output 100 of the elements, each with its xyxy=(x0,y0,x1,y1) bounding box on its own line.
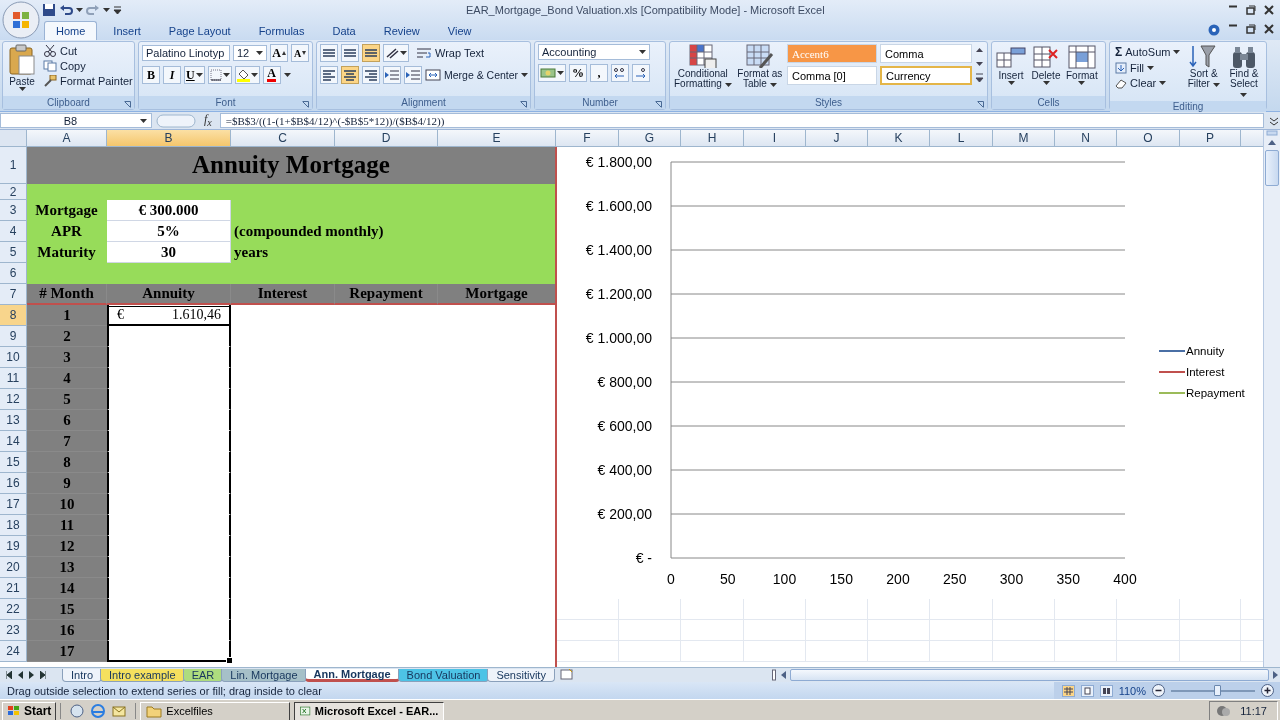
column-header[interactable]: M xyxy=(993,130,1055,147)
shrink-font-button[interactable]: A xyxy=(291,44,309,62)
ribbon-tab[interactable]: Formulas xyxy=(246,21,317,40)
format-button[interactable]: Format xyxy=(1065,44,1099,85)
row-header[interactable]: 6 xyxy=(0,263,27,284)
taskbar-button[interactable]: Excelfiles xyxy=(140,701,291,720)
ribbon-tab[interactable]: Page Layout xyxy=(156,21,243,40)
ribbon-tab[interactable]: Home xyxy=(44,21,98,40)
percent-button[interactable]: % xyxy=(569,64,587,82)
column-header[interactable]: E xyxy=(438,130,556,147)
sheet-tab[interactable]: Bond Valuation xyxy=(397,668,490,682)
number-format-field[interactable]: Accounting xyxy=(538,44,650,60)
font-color-button[interactable]: A xyxy=(262,66,281,84)
column-header[interactable]: B xyxy=(107,130,231,147)
insert-button[interactable]: Insert xyxy=(995,44,1027,85)
name-box[interactable]: B8 xyxy=(0,113,152,128)
column-header[interactable]: D xyxy=(335,130,438,147)
row-header[interactable]: 18 xyxy=(0,515,27,536)
row-header[interactable]: 10 xyxy=(0,347,27,368)
italic-button[interactable]: I xyxy=(163,66,181,84)
sort-filter-button[interactable]: Sort & Filter xyxy=(1185,44,1222,89)
row-header[interactable]: 3 xyxy=(0,200,27,221)
column-heading: Annuity xyxy=(107,284,231,305)
row-header[interactable]: 14 xyxy=(0,431,27,452)
status-message: Drag outside selection to extend series or fill; drag inside to clear xyxy=(7,684,322,697)
column-header[interactable]: N xyxy=(1055,130,1117,147)
bold-button[interactable]: B xyxy=(142,66,160,84)
sheet-tab[interactable]: Intro xyxy=(62,668,102,682)
format-painter-button[interactable]: Format Painter xyxy=(41,74,135,88)
cell-style-option[interactable]: Comma xyxy=(880,44,972,63)
row-header[interactable]: 23 xyxy=(0,620,27,641)
autosum-button[interactable]: Σ AutoSum xyxy=(1113,44,1183,60)
ribbon-tab[interactable]: View xyxy=(435,21,484,40)
sheet-tab[interactable]: Intro example xyxy=(100,668,185,682)
row-header[interactable]: 5 xyxy=(0,242,27,263)
column-header[interactable]: G xyxy=(619,130,681,147)
format-as-table-button[interactable]: Format as Table xyxy=(735,44,784,89)
row-header[interactable]: 11 xyxy=(0,368,27,389)
conditional-formatting-button[interactable]: Conditional Formatting xyxy=(673,44,733,89)
row-header[interactable]: 15 xyxy=(0,452,27,473)
clear-button[interactable]: Clear xyxy=(1113,76,1183,90)
row-header[interactable]: 17 xyxy=(0,494,27,515)
column-header[interactable]: O xyxy=(1117,130,1180,147)
formula-field[interactable]: =$B$3/((1-(1+$B$4/12)^(-$B$5*12))/($B$4/12)) xyxy=(219,113,1264,128)
column-header[interactable]: J xyxy=(806,130,868,147)
comma-button[interactable]: , xyxy=(590,64,608,82)
column-header[interactable]: P xyxy=(1180,130,1241,147)
row-header[interactable]: 7 xyxy=(0,284,27,305)
column-header[interactable]: F xyxy=(556,130,619,147)
sheet-tab[interactable]: Lin. Mortgage xyxy=(221,668,307,682)
row-header[interactable]: 24 xyxy=(0,641,27,662)
column-header[interactable]: A xyxy=(27,130,107,147)
merge-center-button[interactable]: Merge & Center xyxy=(425,69,529,81)
row-header[interactable]: 13 xyxy=(0,410,27,431)
fill-button[interactable]: Fill xyxy=(1113,61,1183,75)
underline-button[interactable]: U xyxy=(184,66,205,84)
sheet-tab[interactable]: Ann. Mortgage xyxy=(304,668,400,682)
column-header[interactable]: L xyxy=(930,130,993,147)
column-header[interactable]: K xyxy=(868,130,930,147)
row-header[interactable]: 2 xyxy=(0,184,27,200)
font-size-field[interactable]: 12 xyxy=(233,45,267,61)
sheet-tab[interactable]: EAR xyxy=(182,668,224,682)
x-tick-label: 300 xyxy=(999,571,1024,587)
row-header[interactable]: 19 xyxy=(0,536,27,557)
cell-style-option[interactable]: Currency xyxy=(880,66,972,85)
taskbar-button[interactable]: Microsoft Excel - EAR... xyxy=(294,701,445,720)
column-header[interactable]: C xyxy=(231,130,335,147)
ribbon-tab[interactable]: Review xyxy=(371,21,432,40)
grow-font-button[interactable]: A xyxy=(270,44,288,62)
row-header[interactable]: 9 xyxy=(0,326,27,347)
paste-button[interactable]: Paste xyxy=(6,44,38,91)
annuity-value: 1.610,46 xyxy=(172,307,221,323)
row-header[interactable]: 20 xyxy=(0,557,27,578)
cut-button[interactable]: Cut xyxy=(41,44,135,58)
delete-button[interactable]: Delete xyxy=(1030,44,1062,85)
unit-note: (compounded monthly) xyxy=(231,221,556,242)
row-header[interactable]: 12 xyxy=(0,389,27,410)
row-header[interactable]: 22 xyxy=(0,599,27,620)
font-name-field[interactable]: Palatino Linotyp xyxy=(142,45,230,61)
column-header[interactable]: I xyxy=(744,130,806,147)
group-label: Number xyxy=(582,97,618,108)
start-button[interactable]: Start xyxy=(2,701,57,720)
sheet-tab[interactable]: Sensitivity xyxy=(487,668,555,682)
row-header[interactable]: 1 xyxy=(0,147,27,184)
unit-note: years xyxy=(231,242,556,263)
y-tick-label: € 1.400,00 xyxy=(585,242,652,258)
wrap-text-button[interactable]: Wrap Text xyxy=(414,46,487,60)
row-header[interactable]: 4 xyxy=(0,221,27,242)
input-value: 30 xyxy=(107,242,231,263)
row-header[interactable]: 8 xyxy=(0,305,27,326)
insert-function-button[interactable]: f$_{x}$ xyxy=(200,112,216,129)
copy-button[interactable]: Copy xyxy=(41,59,135,73)
row-header[interactable]: 16 xyxy=(0,473,27,494)
row-header[interactable]: 21 xyxy=(0,578,27,599)
find-select-button[interactable]: Find & Select xyxy=(1224,44,1263,99)
month-number: 15 xyxy=(27,599,107,620)
ribbon-tab[interactable]: Data xyxy=(320,21,368,40)
column-header[interactable]: H xyxy=(681,130,744,147)
ribbon-tab[interactable]: Insert xyxy=(101,21,153,40)
cell-style-option[interactable]: Comma [0] xyxy=(787,66,877,85)
